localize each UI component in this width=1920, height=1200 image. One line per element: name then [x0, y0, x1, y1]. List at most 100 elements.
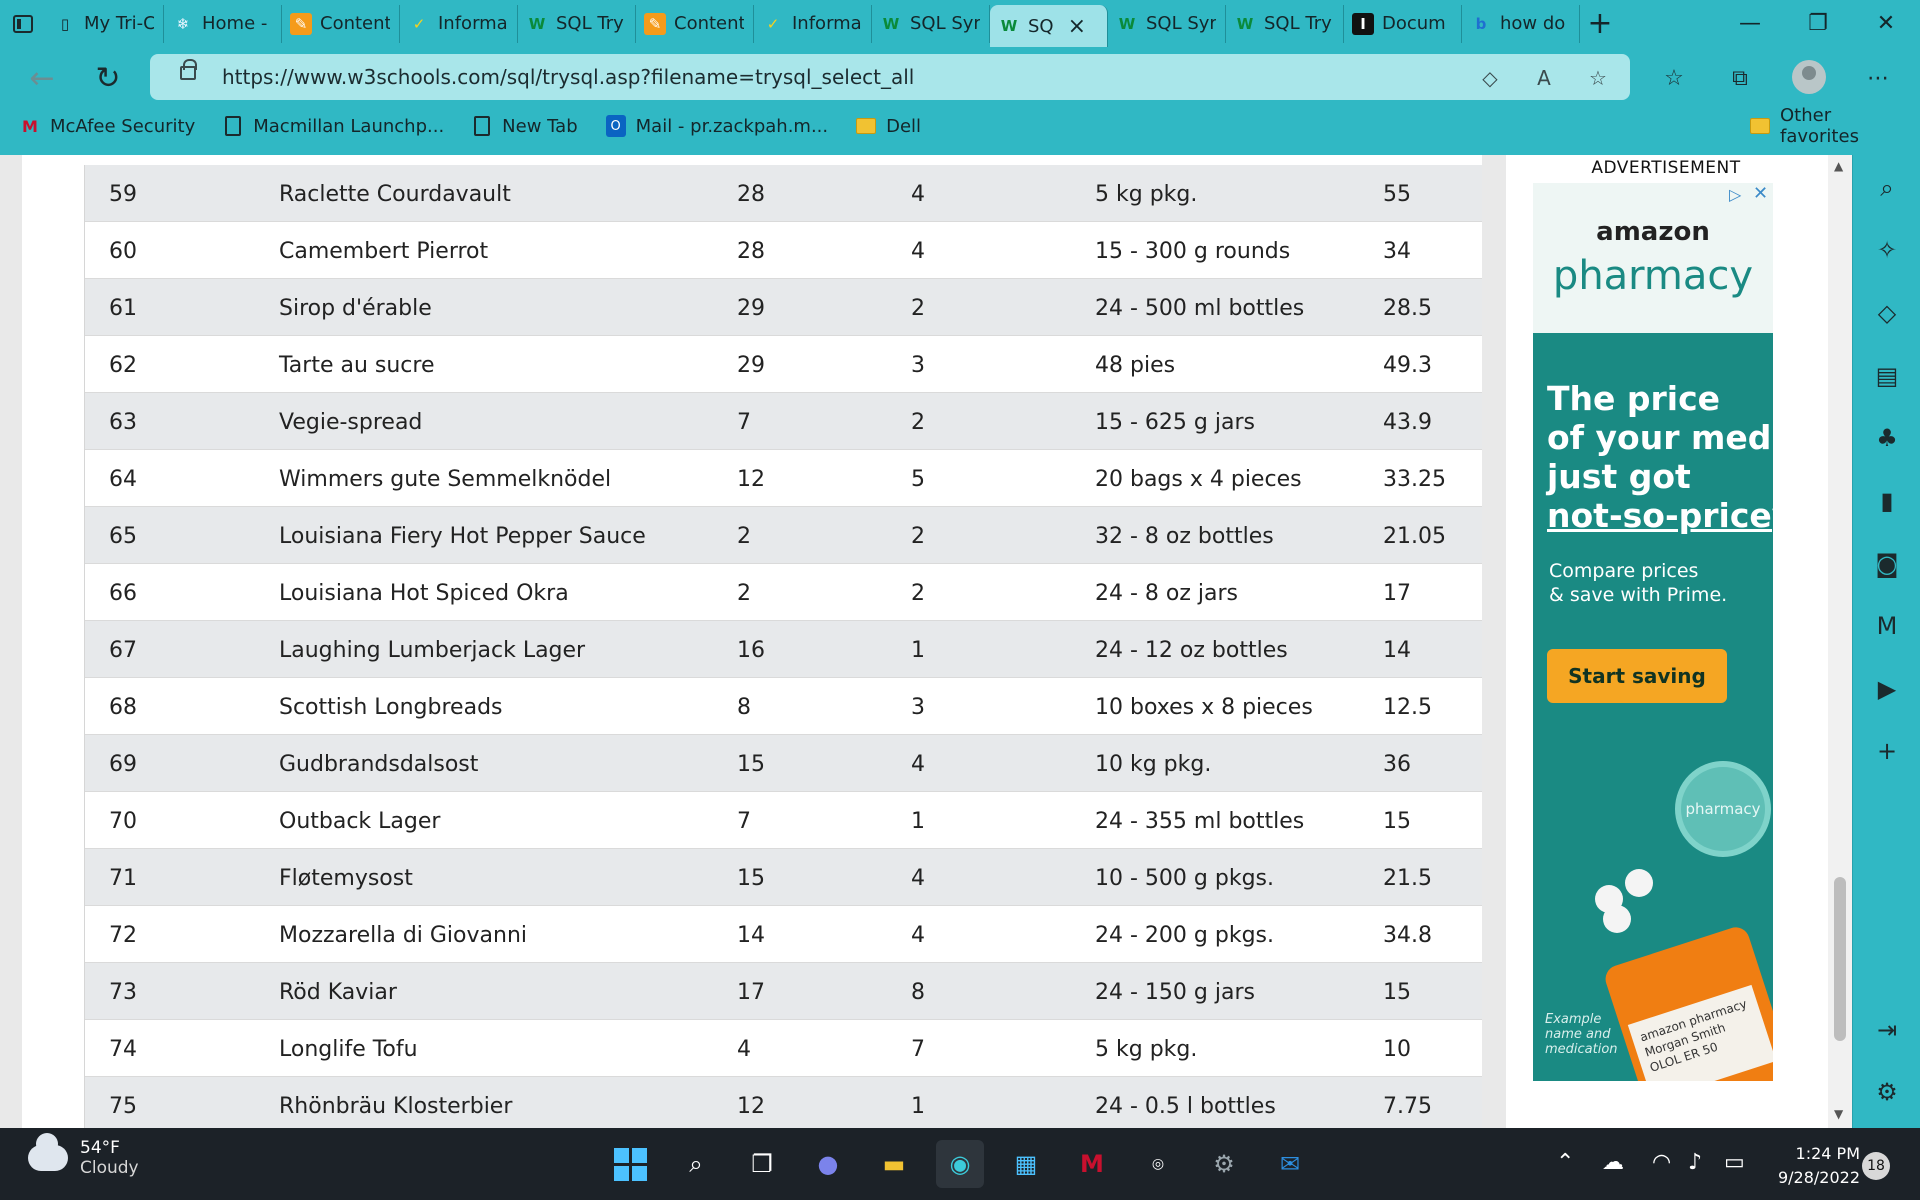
- close-tab-icon[interactable]: ×: [1068, 14, 1086, 39]
- url-text[interactable]: https://www.w3schools.com/sql/trysql.asp…: [222, 65, 914, 89]
- avatar[interactable]: [1792, 60, 1826, 94]
- tab-sql-active[interactable]: W SQ ×: [990, 5, 1108, 47]
- clock[interactable]: 1:24 PM 9/28/2022: [1770, 1142, 1860, 1190]
- wifi-icon[interactable]: ◠: [1652, 1150, 1671, 1175]
- cell-category-id: 3: [911, 353, 925, 378]
- start-icon[interactable]: [606, 1140, 654, 1188]
- cell-category-id: 2: [911, 581, 925, 606]
- weather-widget[interactable]: 54°F Cloudy: [28, 1133, 139, 1178]
- read-aloud-icon[interactable]: A: [1530, 64, 1558, 92]
- tab-bar: ▯ My Tri-C ❄ Home - ✎ Content ✓ Informa W SQL…: [0, 0, 1920, 47]
- mail-icon[interactable]: ✉: [1266, 1140, 1314, 1188]
- amazon-pharmacy-ad[interactable]: ▷ ✕ amazon pharmacy The price of your me…: [1533, 183, 1773, 1081]
- store-icon[interactable]: ▦: [1002, 1140, 1050, 1188]
- address-bar[interactable]: https://www.w3schools.com/sql/trysql.asp…: [150, 54, 1630, 100]
- other-favorites[interactable]: Other favorites: [1736, 105, 1920, 147]
- cloud-icon: [28, 1133, 68, 1171]
- tab-my-tric[interactable]: ▯ My Tri-C: [46, 4, 164, 43]
- more-icon[interactable]: ⋯: [1860, 60, 1896, 96]
- add-favorite-icon[interactable]: ☆: [1584, 64, 1612, 92]
- task-view-icon[interactable]: ❐: [738, 1140, 786, 1188]
- start-saving-button[interactable]: Start saving: [1547, 649, 1727, 703]
- cell-supplier-id: 28: [737, 182, 765, 207]
- tab-sql-syntax[interactable]: W SQL Syr: [872, 4, 990, 43]
- office-icon[interactable]: ▮: [1853, 478, 1920, 524]
- hide-sidebar-icon[interactable]: ⇥: [1853, 1007, 1920, 1053]
- tab-how-do[interactable]: b how do: [1462, 4, 1580, 43]
- new-tab-icon[interactable]: +: [1580, 6, 1620, 41]
- outlook-icon: O: [605, 115, 626, 137]
- cell-id: 61: [109, 296, 137, 321]
- cell-unit: 24 - 500 ml bottles: [1095, 296, 1305, 321]
- coupon-icon[interactable]: ◇: [1476, 64, 1504, 92]
- search-icon[interactable]: ⌕: [1853, 165, 1920, 211]
- fav-new-tab[interactable]: New Tab: [458, 115, 591, 137]
- volume-icon[interactable]: ♪: [1688, 1150, 1702, 1175]
- close-window-icon[interactable]: ✕: [1852, 0, 1920, 47]
- cell-supplier-id: 8: [737, 695, 751, 720]
- ad-headline-1: The price: [1547, 379, 1721, 418]
- tools-icon[interactable]: ▤: [1853, 353, 1920, 399]
- add-sidebar-icon[interactable]: +: [1853, 728, 1920, 774]
- cell-supplier-id: 15: [737, 752, 765, 777]
- discover-icon[interactable]: ✧: [1853, 227, 1920, 273]
- refresh-icon[interactable]: ↻: [88, 58, 128, 98]
- dell-icon[interactable]: ◎: [1134, 1140, 1182, 1188]
- back-icon[interactable]: ←: [22, 58, 62, 98]
- tab-content-2[interactable]: ✎ Content: [636, 4, 754, 43]
- tab-sql-syntax-2[interactable]: W SQL Syr: [1108, 4, 1226, 43]
- collections-icon[interactable]: ⧉: [1722, 60, 1758, 96]
- ad-close-icon[interactable]: ✕: [1753, 183, 1768, 204]
- cell-id: 60: [109, 239, 137, 264]
- minimize-icon[interactable]: —: [1716, 0, 1784, 47]
- outlook-icon[interactable]: ◙: [1853, 541, 1920, 587]
- mcafee-icon[interactable]: M: [1068, 1140, 1116, 1188]
- notification-badge[interactable]: 18: [1862, 1152, 1890, 1180]
- youtube-icon[interactable]: ▶: [1853, 666, 1920, 712]
- cell-unit: 20 bags x 4 pieces: [1095, 467, 1302, 492]
- table-row: 63 Vegie-spread 7 2 15 - 625 g jars 43.9: [85, 393, 1487, 450]
- chevron-up-icon[interactable]: ⌃: [1556, 1150, 1574, 1175]
- tab-document[interactable]: I Docum: [1344, 4, 1462, 43]
- edge-icon[interactable]: ◉: [936, 1140, 984, 1188]
- scroll-up-icon[interactable]: ▲: [1834, 159, 1843, 173]
- taskbar: 54°F Cloudy ⌕ ❐ ● ▬ ◉ ▦ M ◎ ⚙ ✉ ⌃ ☁ ◠ ♪ …: [0, 1128, 1920, 1200]
- scrollbar-thumb[interactable]: [1834, 877, 1846, 1041]
- settings-icon[interactable]: ⚙: [1853, 1069, 1920, 1115]
- tab-home[interactable]: ❄ Home -: [164, 4, 282, 43]
- settings-icon[interactable]: ⚙: [1200, 1140, 1248, 1188]
- tab-content[interactable]: ✎ Content: [282, 4, 400, 43]
- tab-information[interactable]: ✓ Informa: [400, 4, 518, 43]
- ad-choices-icon[interactable]: ▷: [1729, 185, 1741, 204]
- w3-icon: W: [528, 14, 546, 33]
- cell-price: 49.3: [1383, 353, 1432, 378]
- result-pane[interactable]: 59 Raclette Courdavault 28 4 5 kg pkg. 55 60 Ca…: [22, 155, 1488, 1128]
- gmail-icon[interactable]: M: [1853, 603, 1920, 649]
- cell-category-id: 4: [911, 866, 925, 891]
- favorites-icon[interactable]: ☆: [1656, 60, 1692, 96]
- table-row: 72 Mozzarella di Giovanni 14 4 24 - 200 g pk…: [85, 906, 1487, 963]
- fav-mcafee[interactable]: M McAfee Security: [0, 115, 209, 137]
- fav-dell[interactable]: Dell: [842, 115, 935, 137]
- shopping-tag-icon[interactable]: ◇: [1853, 290, 1920, 336]
- cell-product-name: Tarte au sucre: [279, 353, 435, 378]
- teams-chat-icon[interactable]: ●: [804, 1140, 852, 1188]
- tab-actions-icon[interactable]: [0, 0, 46, 47]
- search-icon[interactable]: ⌕: [672, 1140, 720, 1188]
- restore-icon[interactable]: ❐: [1784, 0, 1852, 47]
- cell-price: 33.25: [1383, 467, 1446, 492]
- onedrive-icon[interactable]: ☁: [1602, 1150, 1624, 1175]
- cell-supplier-id: 28: [737, 239, 765, 264]
- vertical-scrollbar[interactable]: ▲ ▼: [1828, 155, 1852, 1128]
- pane-divider[interactable]: [1482, 155, 1506, 1128]
- battery-icon[interactable]: ▭: [1724, 1150, 1745, 1175]
- tab-information-2[interactable]: ✓ Informa: [754, 4, 872, 43]
- tab-sql-try-2[interactable]: W SQL Try: [1226, 4, 1344, 43]
- tab-sql-try[interactable]: W SQL Try: [518, 4, 636, 43]
- scroll-down-icon[interactable]: ▼: [1834, 1107, 1843, 1121]
- file-explorer-icon[interactable]: ▬: [870, 1140, 918, 1188]
- fav-macmillan[interactable]: Macmillan Launchp...: [209, 115, 458, 137]
- cell-unit: 24 - 8 oz jars: [1095, 581, 1239, 606]
- games-icon[interactable]: ♣: [1853, 415, 1920, 461]
- fav-mail[interactable]: O Mail - pr.zackpah.m...: [592, 115, 842, 137]
